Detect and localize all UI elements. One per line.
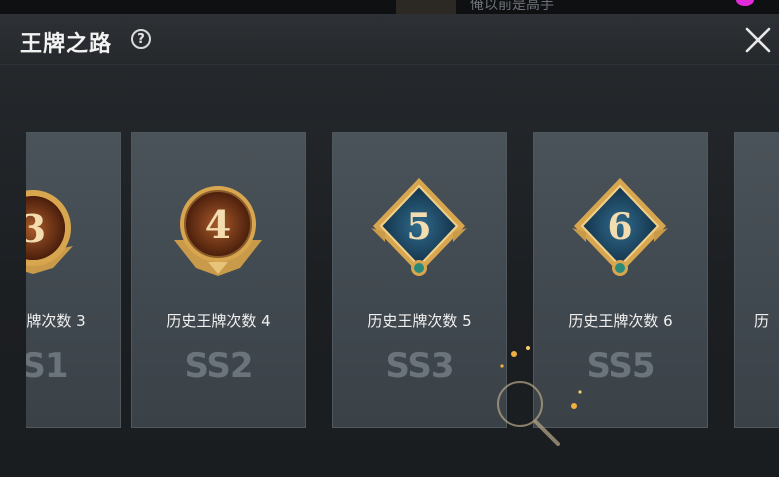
background-strip: 俺以前是高手	[0, 0, 779, 14]
ace-card-7[interactable]: 历	[734, 132, 779, 428]
sparkle-effect	[497, 346, 582, 446]
ace-count-label: 历史王牌次数 6	[568, 312, 673, 330]
season-tier: SS2	[184, 346, 253, 386]
ace-count-label: 历史王牌次数 3	[26, 312, 86, 330]
close-icon[interactable]	[744, 26, 772, 54]
ace-count-label: 历史王牌次数 4	[166, 312, 271, 330]
background-tile	[396, 0, 456, 14]
badge-number: 3	[26, 206, 46, 251]
ace-card-3[interactable]: 3 历史王牌次数 3 SS1	[26, 132, 121, 428]
blue-diamond-badge-icon: 6	[572, 178, 668, 276]
background-decoration	[736, 0, 754, 6]
ace-road-dialog: 王牌之路 ? 3 历史王牌次数 3 SS1	[0, 14, 779, 477]
dialog-title: 王牌之路	[20, 32, 113, 57]
ace-count-label: 历史王牌次数 5	[367, 312, 472, 330]
ace-card-4[interactable]: 4 历史王牌次数 4 SS2	[131, 132, 306, 428]
badge-number: 4	[205, 202, 231, 247]
dialog-header: 王牌之路 ?	[0, 14, 779, 65]
bronze-round-badge-icon: 3	[26, 190, 73, 274]
ace-count-label: 历	[754, 312, 770, 330]
blue-diamond-badge-icon: 5	[371, 178, 467, 276]
badge-number: 5	[406, 206, 431, 248]
help-icon[interactable]: ?	[131, 29, 151, 49]
season-tier: SS1	[26, 346, 69, 386]
background-text: 俺以前是高手	[470, 0, 554, 13]
ace-card-carousel[interactable]: 3 历史王牌次数 3 SS1 4 历史王牌次数 4 SS2	[26, 132, 779, 442]
bronze-round-badge-icon: 4	[174, 186, 262, 276]
badge-number: 6	[607, 206, 632, 248]
